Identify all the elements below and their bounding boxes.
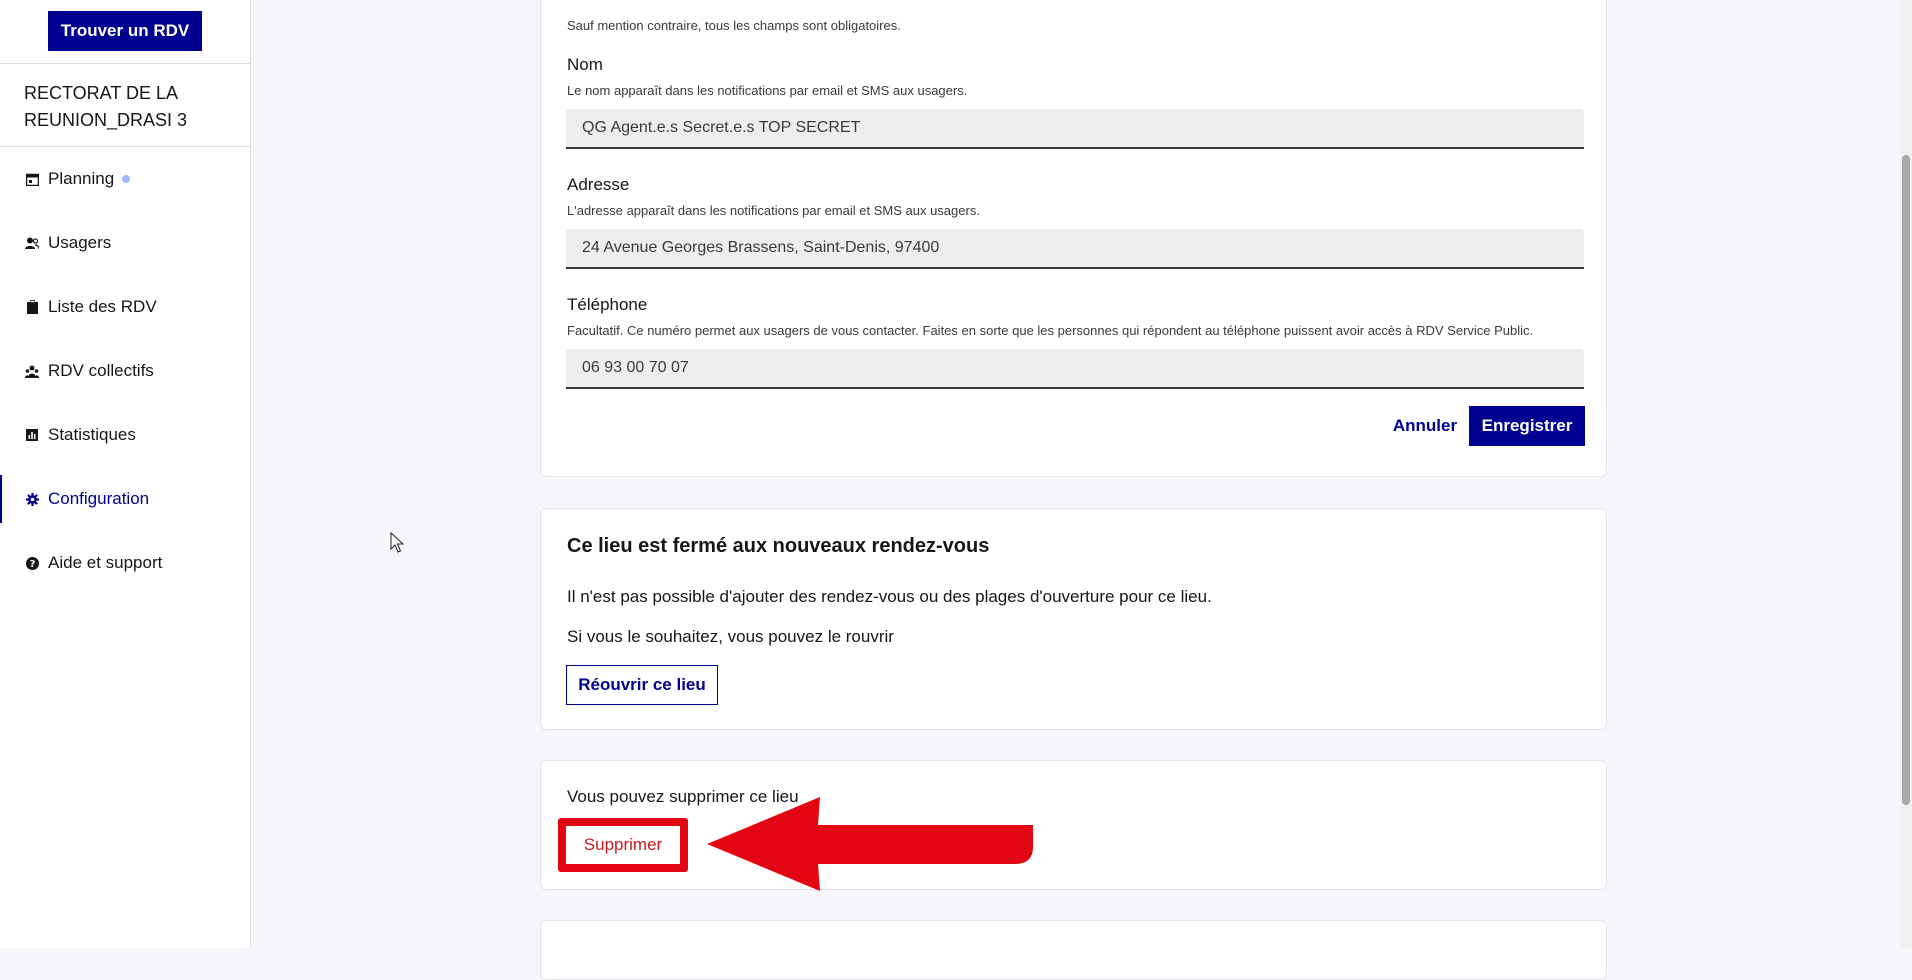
address-field[interactable]: 24 Avenue Georges Brassens, Saint-Denis,… xyxy=(566,229,1584,269)
sidebar-header: Trouver un RDV xyxy=(0,0,250,64)
next-card xyxy=(540,920,1607,980)
mouse-cursor-icon xyxy=(390,532,404,553)
organization-name: RECTORAT DE LA REUNION_DRASI 3 xyxy=(0,64,250,147)
group-icon xyxy=(24,363,40,379)
save-button[interactable]: Enregistrer xyxy=(1469,406,1585,446)
closed-place-text: Il n'est pas possible d'ajouter des rend… xyxy=(567,587,1212,606)
sidebar-item-label: Usagers xyxy=(48,233,112,252)
name-hint: Le nom apparaît dans les notifications p… xyxy=(567,83,968,98)
find-appointment-button[interactable]: Trouver un RDV xyxy=(48,11,202,51)
scrollbar-thumb[interactable] xyxy=(1902,155,1910,805)
gear-icon xyxy=(24,491,40,507)
sidebar-item-liste-rdv[interactable]: Liste des RDV xyxy=(0,275,250,339)
sidebar-item-aide-support[interactable]: ? Aide et support xyxy=(0,531,250,595)
name-label: Nom xyxy=(567,55,603,74)
sidebar-item-label: Aide et support xyxy=(48,553,163,572)
closed-place-card: Ce lieu est fermé aux nouveaux rendez-vo… xyxy=(540,508,1607,730)
address-label: Adresse xyxy=(567,175,630,194)
sidebar-item-label: Liste des RDV xyxy=(48,297,157,316)
sidebar-item-planning[interactable]: Planning xyxy=(0,147,250,211)
closed-place-title: Ce lieu est fermé aux nouveaux rendez-vo… xyxy=(567,535,990,557)
sidebar-item-label: Configuration xyxy=(48,489,150,508)
sidebar-item-usagers[interactable]: Usagers xyxy=(0,211,250,275)
sidebar-item-label: Statistiques xyxy=(48,425,136,444)
delete-place-card: Vous pouvez supprimer ce lieu Supprimer xyxy=(540,760,1607,890)
phone-field[interactable]: 06 93 00 70 07 xyxy=(566,349,1584,389)
sidebar-item-rdv-collectifs[interactable]: RDV collectifs xyxy=(0,339,250,403)
svg-text:?: ? xyxy=(29,559,35,570)
reopen-hint: Si vous le souhaitez, vous pouvez le rou… xyxy=(567,627,894,646)
lieu-form-card: Sauf mention contraire, tous les champs … xyxy=(540,0,1607,477)
clipboard-icon xyxy=(24,299,40,315)
delete-button[interactable]: Supprimer xyxy=(566,826,680,864)
annotation-arrow-icon xyxy=(707,797,1033,891)
question-icon: ? xyxy=(24,555,40,571)
phone-hint: Facultatif. Ce numéro permet aux usagers… xyxy=(567,323,1534,338)
required-fields-hint: Sauf mention contraire, tous les champs … xyxy=(567,18,901,33)
sidebar: Trouver un RDV RECTORAT DE LA REUNION_DR… xyxy=(0,0,251,948)
users-icon xyxy=(24,235,40,251)
sidebar-item-configuration[interactable]: Configuration xyxy=(0,467,250,531)
address-hint: L'adresse apparaît dans les notification… xyxy=(567,203,980,218)
sidebar-item-label: Planning xyxy=(48,169,115,188)
notification-dot xyxy=(122,175,131,183)
phone-label: Téléphone xyxy=(567,295,648,314)
bar-chart-icon xyxy=(24,427,40,443)
sidebar-nav: Planning Usagers Liste des RDV RDV colle… xyxy=(0,147,250,595)
calendar-icon xyxy=(24,171,40,187)
name-field[interactable]: QG Agent.e.s Secret.e.s TOP SECRET xyxy=(566,109,1584,149)
sidebar-item-label: RDV collectifs xyxy=(48,361,154,380)
reopen-button[interactable]: Réouvrir ce lieu xyxy=(566,665,718,705)
cancel-button[interactable]: Annuler xyxy=(1382,406,1468,446)
sidebar-item-statistiques[interactable]: Statistiques xyxy=(0,403,250,467)
